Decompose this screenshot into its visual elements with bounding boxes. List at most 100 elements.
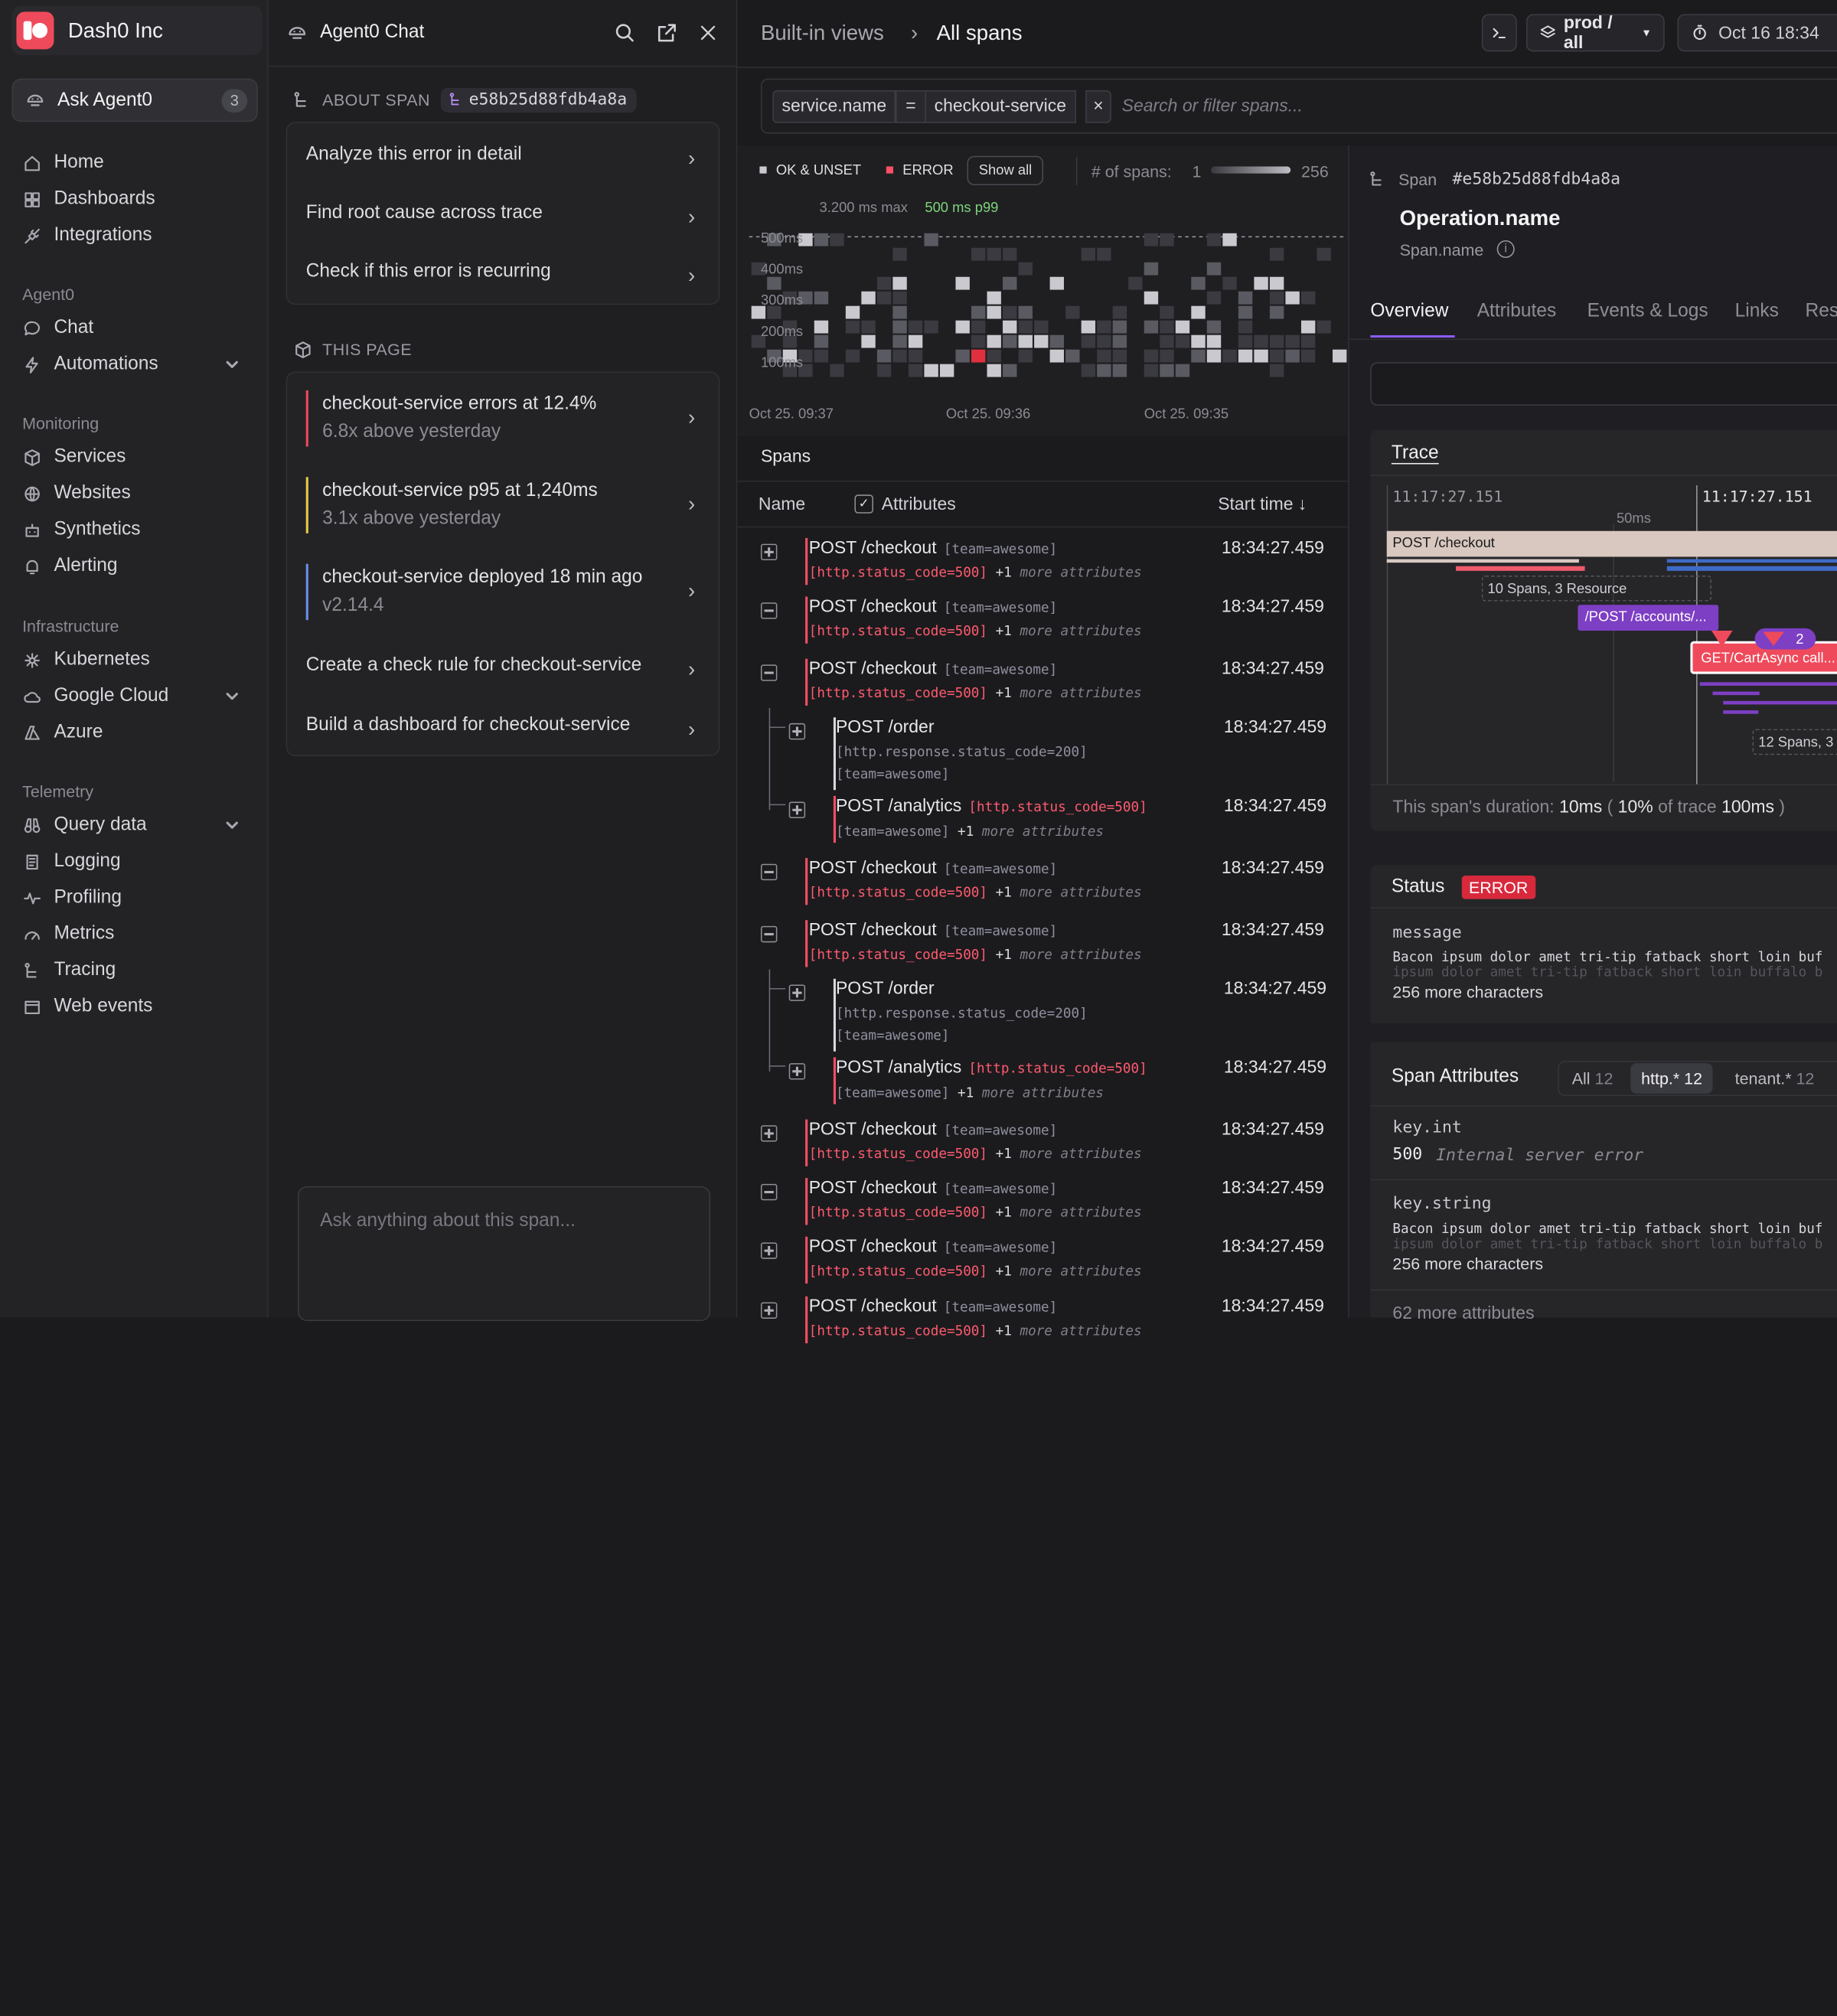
heatmap-cell[interactable] xyxy=(1191,349,1206,363)
heatmap-cell[interactable] xyxy=(1254,276,1268,290)
heatmap-cell[interactable] xyxy=(924,233,938,246)
span-row[interactable]: POST /checkout [team=awesome] [http.status… xyxy=(737,1114,1348,1171)
heatmap-cell[interactable] xyxy=(1254,334,1268,348)
collapse-toggle[interactable] xyxy=(760,1183,778,1201)
insight-item[interactable]: checkout-service deployed 18 min ago v2.1… xyxy=(305,563,657,621)
heatmap-cell[interactable] xyxy=(1097,364,1111,377)
heatmap-cell[interactable] xyxy=(1018,320,1033,334)
heatmap-cell[interactable] xyxy=(955,349,970,363)
attributes-checkbox[interactable]: ✓ xyxy=(854,494,873,514)
trace-title[interactable]: Trace xyxy=(1392,443,1439,465)
heatmap-cell[interactable] xyxy=(987,305,1001,319)
attr-tab-all[interactable]: All 12 xyxy=(1572,1069,1613,1088)
col-attributes[interactable]: Attributes xyxy=(882,494,956,514)
heatmap-cell[interactable] xyxy=(1238,334,1253,348)
heatmap-cell[interactable] xyxy=(1144,262,1159,276)
heatmap-cell[interactable] xyxy=(1238,349,1253,363)
heatmap-cell[interactable] xyxy=(1112,349,1127,363)
heatmap-cell[interactable] xyxy=(1254,349,1268,363)
nav-tracing[interactable]: Tracing xyxy=(22,960,251,981)
expand-toggle[interactable] xyxy=(788,984,806,1001)
nav-home[interactable]: Home xyxy=(22,152,251,174)
heatmap-cell[interactable] xyxy=(1081,247,1096,261)
heatmap-cell[interactable] xyxy=(955,276,970,290)
heatmap-cell[interactable] xyxy=(1175,320,1190,334)
heatmap-cell[interactable] xyxy=(924,320,938,334)
heatmap-cell[interactable] xyxy=(767,276,781,290)
environment-selector[interactable]: prod / all ▼ xyxy=(1526,13,1665,53)
heatmap-cell[interactable] xyxy=(1144,291,1159,305)
terminal-button[interactable] xyxy=(1481,14,1517,52)
heatmap-cell[interactable] xyxy=(1018,305,1033,319)
heatmap-cell[interactable] xyxy=(908,320,923,334)
heatmap-cell[interactable] xyxy=(1206,320,1222,334)
span-count-gradient[interactable] xyxy=(1211,166,1291,174)
heatmap-cell[interactable] xyxy=(1160,233,1174,246)
collapse-toggle[interactable] xyxy=(760,664,778,681)
heatmap-cell[interactable] xyxy=(1112,320,1127,334)
span-row[interactable]: POST /checkout [team=awesome] [http.status… xyxy=(737,915,1348,972)
heatmap-cell[interactable] xyxy=(1206,349,1222,363)
heatmap-cell[interactable] xyxy=(1269,247,1284,261)
heatmap-cell[interactable] xyxy=(845,320,860,334)
tab-links[interactable]: Links xyxy=(1735,302,1779,323)
span-row[interactable]: POST /checkout [team=awesome] [http.status… xyxy=(737,853,1348,910)
heatmap-cell[interactable] xyxy=(955,320,970,334)
nav-metrics[interactable]: Metrics xyxy=(22,924,251,945)
heatmap-cell[interactable] xyxy=(1097,334,1111,348)
legend-error[interactable]: ERROR xyxy=(886,161,954,178)
heatmap-cell[interactable] xyxy=(1160,305,1174,319)
show-all-button[interactable]: Show all xyxy=(967,155,1044,185)
heatmap-cell[interactable] xyxy=(892,305,907,319)
heatmap-cell[interactable] xyxy=(987,349,1001,363)
heatmap-cell[interactable] xyxy=(1160,334,1174,348)
heatmap-cell[interactable] xyxy=(830,364,844,377)
nav-dashboards[interactable]: Dashboards xyxy=(22,189,251,210)
heatmap-cell[interactable] xyxy=(892,291,907,305)
tab-overview[interactable]: Overview xyxy=(1370,302,1448,323)
heatmap-cell[interactable] xyxy=(939,364,954,377)
heatmap-cell[interactable] xyxy=(861,291,876,305)
heatmap-cell[interactable] xyxy=(1285,291,1300,305)
heatmap-cell[interactable] xyxy=(1112,334,1127,348)
collapse-toggle[interactable] xyxy=(760,863,778,881)
filter-bar[interactable]: service.name = checkout-service × Search… xyxy=(760,78,1837,134)
tab-events-logs[interactable]: Events & Logs xyxy=(1587,302,1708,323)
nav-web-events[interactable]: Web events xyxy=(22,997,251,1018)
heatmap-cell[interactable] xyxy=(1003,305,1017,319)
expand-toggle[interactable] xyxy=(788,1063,806,1080)
breadcrumb-builtin-views[interactable]: Built-in views xyxy=(761,21,884,46)
heatmap-cell[interactable] xyxy=(892,276,907,290)
heatmap-cell[interactable] xyxy=(876,364,892,377)
heatmap-cell[interactable] xyxy=(1065,349,1080,363)
heatmap-cell[interactable] xyxy=(892,349,907,363)
suggestion-item[interactable]: Check if this error is recurring › xyxy=(287,262,719,288)
legend-ok[interactable]: OK & UNSET xyxy=(759,161,861,178)
expand-toggle[interactable] xyxy=(788,801,806,818)
heatmap-cell[interactable] xyxy=(908,364,923,377)
nav-azure[interactable]: Azure xyxy=(22,722,251,743)
heatmap-cell[interactable] xyxy=(1144,233,1159,246)
heatmap-cell[interactable] xyxy=(1238,291,1253,305)
heatmap-cell[interactable] xyxy=(1222,349,1237,363)
heatmap-cell[interactable] xyxy=(908,349,923,363)
heatmap-cell[interactable] xyxy=(1269,334,1284,348)
heatmap-cell[interactable] xyxy=(987,334,1001,348)
heatmap-cell[interactable] xyxy=(971,320,986,334)
expand-toggle[interactable] xyxy=(760,543,778,561)
tab-attributes[interactable]: Attributes xyxy=(1477,302,1557,323)
chat-input[interactable]: Ask anything about this span... xyxy=(298,1186,711,1322)
span-row[interactable]: POST /order [http.response.status_code=20… xyxy=(737,713,1348,791)
heatmap-cell[interactable] xyxy=(845,305,860,319)
heatmap-cell[interactable] xyxy=(924,364,938,377)
nav-alerting[interactable]: Alerting xyxy=(22,556,251,577)
heatmap-cell[interactable] xyxy=(971,305,986,319)
heatmap-cell[interactable] xyxy=(1222,276,1237,290)
heatmap-cell[interactable] xyxy=(1003,247,1017,261)
heatmap-cell[interactable] xyxy=(1081,320,1096,334)
heatmap-cell[interactable] xyxy=(1238,305,1253,319)
heatmap-cell[interactable] xyxy=(1097,320,1111,334)
heatmap-cell[interactable] xyxy=(767,305,781,319)
heatmap-cell[interactable] xyxy=(1317,320,1331,334)
heatmap-cell[interactable] xyxy=(814,320,829,334)
